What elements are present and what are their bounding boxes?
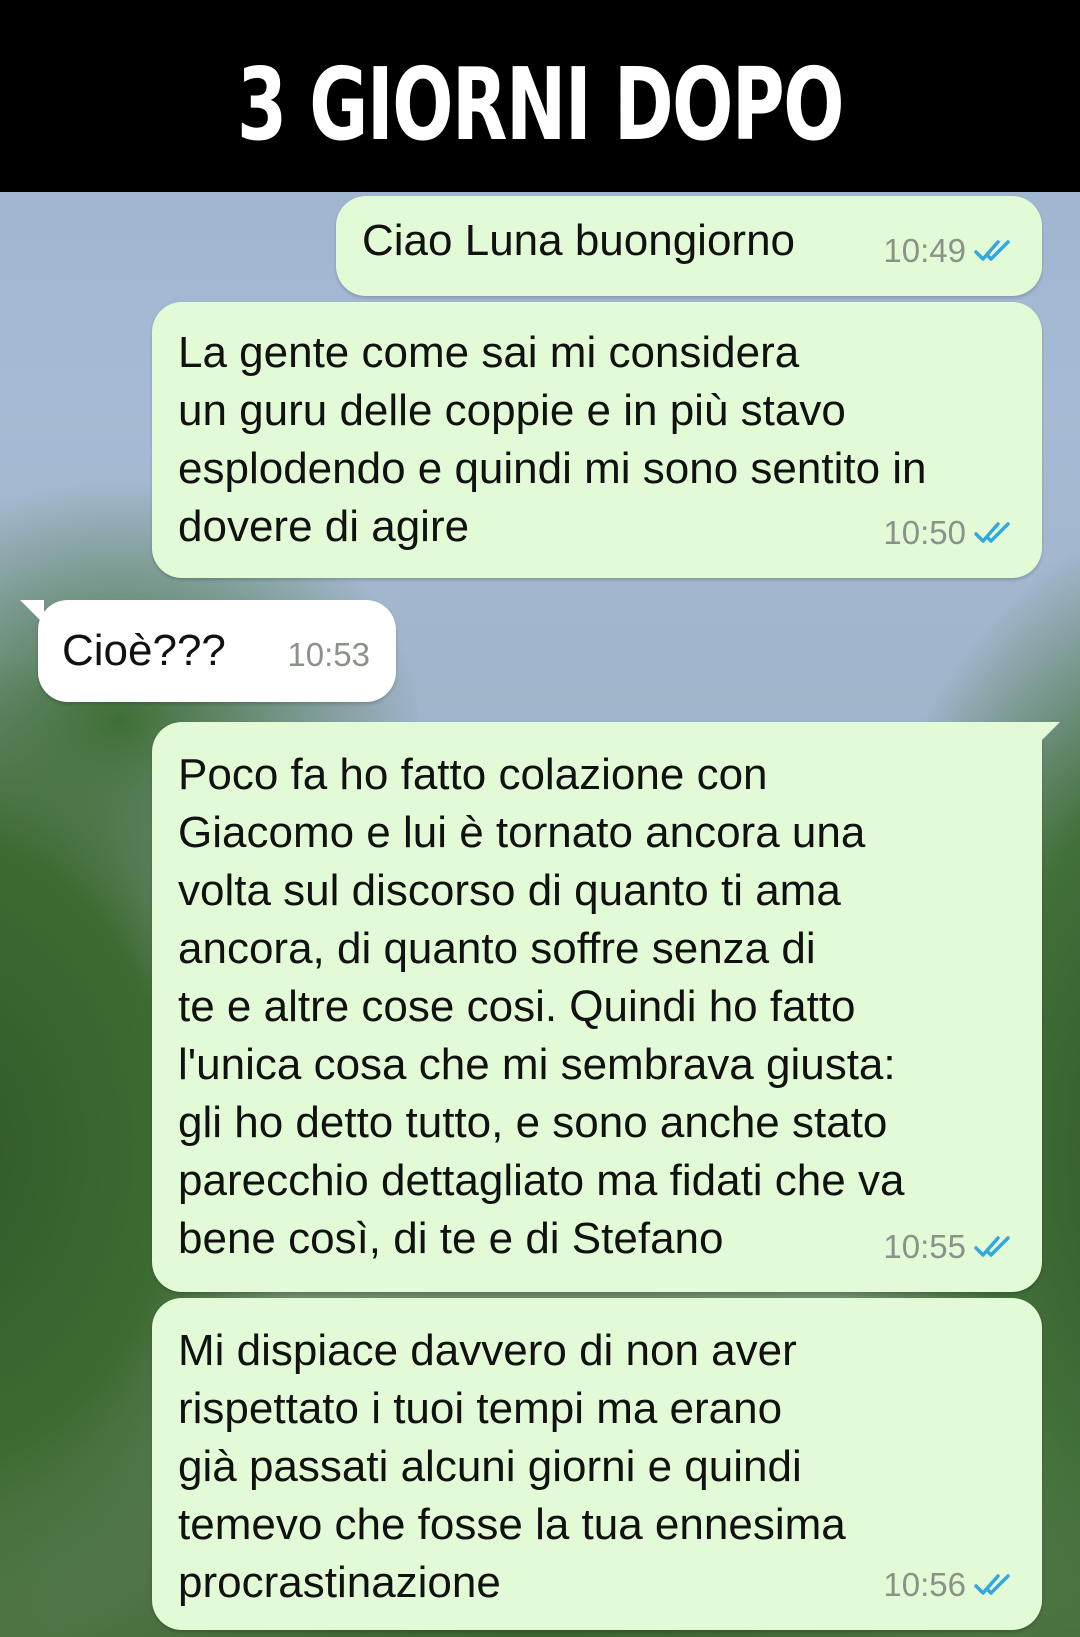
message-incoming[interactable]: Cioè??? 10:53 [20, 600, 396, 702]
message-time: 10:56 [883, 1566, 966, 1603]
message-outgoing[interactable]: La gente come sai mi considera un guru d… [152, 302, 1042, 578]
message-time: 10:55 [883, 1228, 966, 1265]
double-check-icon [974, 522, 1010, 543]
message-time: 10:49 [883, 232, 966, 269]
message-time: 10:50 [883, 514, 966, 551]
message-outgoing[interactable]: Poco fa ho fatto colazione con Giacomo e… [152, 722, 1060, 1292]
message-meta: 10:55 [883, 1218, 1018, 1276]
message-outgoing[interactable]: Mi dispiace davvero di non aver rispetta… [152, 1298, 1042, 1630]
message-meta: 10:49 [883, 222, 1018, 280]
banner-title: 3 GIORNI DOPO [236, 46, 844, 163]
double-check-icon [974, 1574, 1010, 1595]
message-outgoing[interactable]: Ciao Luna buongiorno 10:49 [336, 196, 1042, 296]
message-meta: 10:50 [883, 504, 1018, 562]
double-check-icon [974, 1236, 1010, 1257]
message-time: 10:53 [287, 636, 370, 673]
double-check-icon [974, 240, 1010, 261]
caption-banner: 3 GIORNI DOPO [0, 0, 1080, 192]
message-meta: 10:53 [287, 626, 370, 684]
message-text: Poco fa ho fatto colazione con Giacomo e… [178, 750, 905, 1263]
bubble-tail [20, 600, 44, 624]
message-meta: 10:56 [883, 1556, 1018, 1614]
bubble-tail [1036, 722, 1060, 746]
